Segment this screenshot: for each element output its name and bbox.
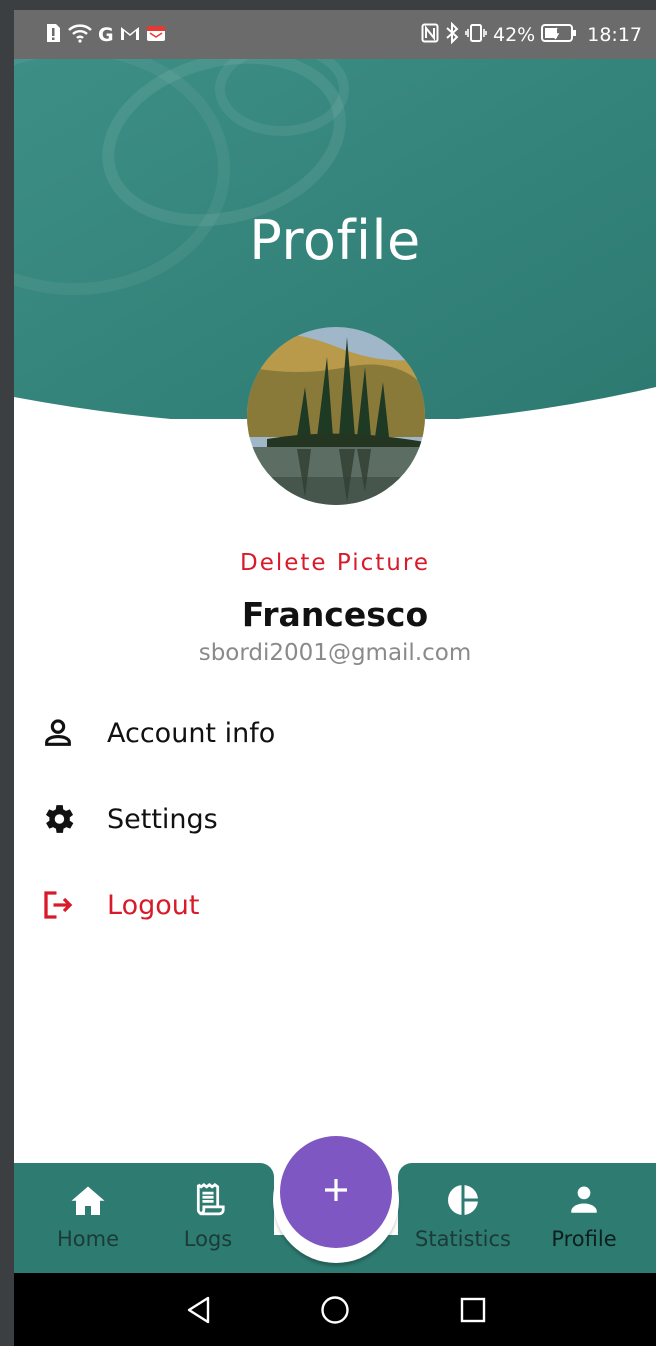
nav-item-label: Statistics [415,1227,511,1251]
phone-screen: G 42% 18:17 Profile Delete Picture Franc… [14,10,656,1346]
page-title: Profile [249,209,421,272]
bluetooth-icon [445,21,459,49]
gmail-icon [120,25,140,46]
battery-percent: 42% [493,24,536,46]
nav-item-statistics[interactable]: Statistics [408,1181,518,1251]
home-circle-icon[interactable] [320,1295,350,1325]
nav-item-label: Logs [183,1227,233,1251]
add-fab-button[interactable] [280,1136,392,1248]
user-name: Francesco [241,595,429,634]
status-bar-left-icons: G [44,23,166,47]
wifi-icon [68,23,92,48]
window-frame-left [0,0,14,1346]
menu-item-label: Account info [107,717,276,749]
person-icon [529,1181,639,1219]
bottom-navigation: Home Logs Statistics Profile [14,1136,656,1273]
logout-icon [38,885,78,925]
system-navigation-bar [14,1273,656,1346]
nfc-icon [421,23,439,48]
menu-item-label: Logout [107,889,200,921]
nav-item-logs[interactable]: Logs [153,1181,263,1251]
user-email: sbordi2001@gmail.com [198,640,472,666]
menu-item-account-info[interactable]: Account info [14,698,656,768]
nav-item-label: Profile [551,1227,617,1251]
pie-chart-icon [408,1181,518,1219]
alert-icon [44,23,62,48]
gear-icon [38,799,78,839]
delete-picture-button[interactable]: Delete Picture [14,550,656,576]
receipt-icon [153,1181,263,1219]
calendar-app-icon [146,24,166,47]
menu-item-label: Settings [107,803,218,835]
vibrate-icon [465,23,487,48]
window-frame-top [0,0,656,10]
clock: 18:17 [587,24,642,46]
menu-item-logout[interactable]: Logout [14,870,656,940]
google-icon: G [98,24,114,46]
battery-icon [541,23,577,48]
avatar[interactable] [247,327,425,505]
menu-item-settings[interactable]: Settings [14,784,656,854]
recents-icon[interactable] [458,1295,488,1325]
back-icon[interactable] [184,1295,214,1325]
status-bar-right-icons: 42% 18:17 [421,21,642,49]
nav-item-home[interactable]: Home [33,1181,143,1251]
person-outline-icon [38,713,78,753]
status-bar: G 42% 18:17 [14,10,656,59]
nav-item-profile[interactable]: Profile [529,1181,639,1251]
nav-item-label: Home [56,1227,119,1251]
plus-icon [322,1176,350,1209]
home-icon [33,1181,143,1219]
